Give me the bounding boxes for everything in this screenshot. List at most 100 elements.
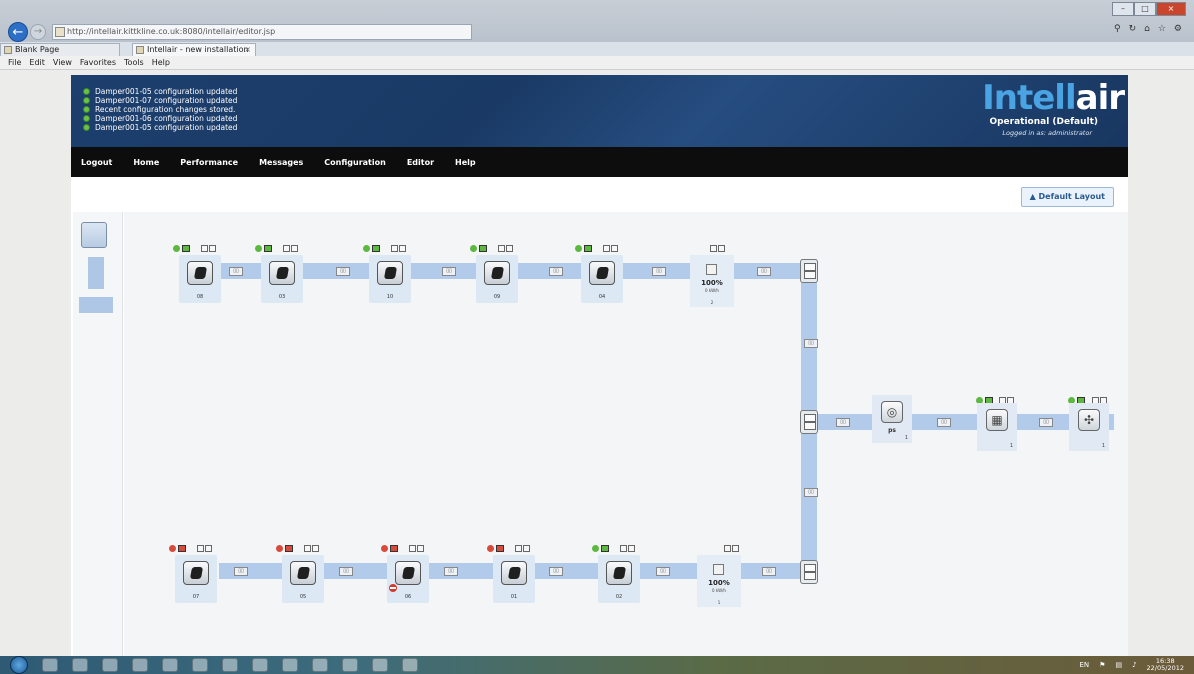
taskbar-app-icon[interactable]: [342, 658, 358, 672]
nav-help[interactable]: Help: [455, 158, 476, 167]
favorites-star-icon[interactable]: ☆: [1158, 24, 1166, 34]
taskbar-outlook-icon[interactable]: [222, 658, 238, 672]
taskbar-app-icon[interactable]: [42, 658, 58, 672]
duct-layout-canvas[interactable]: 08 03 10 09 04 ▯▯ ▯▯ ▯▯ ▯▯ ▯▯ 100% 0 kW/h 2 ▯▯ ▯▯ ▯▯ ▯▯ ◎…: [124, 212, 1128, 656]
duct-joint-icon[interactable]: ▯▯: [444, 567, 458, 576]
nav-editor[interactable]: Editor: [407, 158, 434, 167]
config-edit-icon[interactable]: [197, 545, 204, 552]
menu-help[interactable]: Help: [152, 56, 170, 69]
damper-node[interactable]: 04: [581, 255, 623, 303]
tab-intellair[interactable]: Intellair - new installation ×: [132, 43, 256, 56]
start-button-icon[interactable]: [10, 656, 28, 674]
config-edit-icon[interactable]: [391, 245, 398, 252]
damper-node[interactable]: 03: [261, 255, 303, 303]
duct-node[interactable]: [800, 259, 818, 283]
config-link-icon[interactable]: [209, 245, 216, 252]
energy-meter-node[interactable]: 100% 0 kW/h 1: [697, 555, 741, 607]
tab-close-icon[interactable]: ×: [244, 44, 251, 56]
config-link-icon[interactable]: [291, 245, 298, 252]
config-link-icon[interactable]: [523, 545, 530, 552]
forward-arrow-icon[interactable]: →: [30, 24, 46, 40]
palette-horizontal-duct-item[interactable]: [79, 297, 113, 313]
damper-node[interactable]: 06: [387, 555, 429, 603]
config-edit-icon[interactable]: [710, 245, 717, 252]
duct-joint-icon[interactable]: ▯▯: [757, 267, 771, 276]
config-edit-icon[interactable]: [201, 245, 208, 252]
damper-node[interactable]: 05: [282, 555, 324, 603]
menu-edit[interactable]: Edit: [29, 56, 45, 69]
taskbar-pdf-icon[interactable]: [282, 658, 298, 672]
config-edit-icon[interactable]: [498, 245, 505, 252]
nav-logout[interactable]: Logout: [81, 158, 112, 167]
config-link-icon[interactable]: [732, 545, 739, 552]
damper-node[interactable]: 10: [369, 255, 411, 303]
config-edit-icon[interactable]: [603, 245, 610, 252]
config-link-icon[interactable]: [506, 245, 513, 252]
duct-joint-icon[interactable]: ▯▯: [549, 267, 563, 276]
nav-configuration[interactable]: Configuration: [324, 158, 386, 167]
damper-node[interactable]: 09: [476, 255, 518, 303]
config-link-icon[interactable]: [312, 545, 319, 552]
fan-node[interactable]: ✣ 1: [1069, 403, 1109, 451]
duct-joint-icon[interactable]: ▯▯: [336, 267, 350, 276]
duct-joint-icon[interactable]: ▯▯: [836, 418, 850, 427]
damper-node[interactable]: 02: [598, 555, 640, 603]
duct-joint-icon[interactable]: ▯▯: [804, 488, 818, 497]
damper-node[interactable]: 01: [493, 555, 535, 603]
language-indicator[interactable]: EN: [1079, 661, 1089, 669]
damper-node[interactable]: 08: [179, 255, 221, 303]
config-edit-icon[interactable]: [515, 545, 522, 552]
duct-joint-icon[interactable]: ▯▯: [656, 567, 670, 576]
duct-joint-icon[interactable]: ▯▯: [549, 567, 563, 576]
minimize-icon[interactable]: –: [1112, 2, 1134, 16]
search-icon[interactable]: ⚲: [1114, 24, 1121, 34]
duct-joint-icon[interactable]: ▯▯: [339, 567, 353, 576]
duct-joint-icon[interactable]: ▯▯: [937, 418, 951, 427]
duct-joint-icon[interactable]: ▯▯: [442, 267, 456, 276]
duct-joint-icon[interactable]: ▯▯: [652, 267, 666, 276]
clock[interactable]: 16:38 22/05/2012: [1147, 658, 1184, 672]
back-arrow-icon[interactable]: ←: [8, 22, 28, 42]
taskbar-excel-icon[interactable]: [192, 658, 208, 672]
pressure-sensor-node[interactable]: ◎ ps 1: [872, 395, 912, 443]
close-icon[interactable]: ×: [1156, 2, 1186, 16]
energy-meter-node[interactable]: 100% 0 kW/h 2: [690, 255, 734, 307]
damper-node[interactable]: 07: [175, 555, 217, 603]
filter-node[interactable]: ▦ 1: [977, 403, 1017, 451]
config-link-icon[interactable]: [417, 545, 424, 552]
taskbar-app-icon[interactable]: [372, 658, 388, 672]
config-edit-icon[interactable]: [283, 245, 290, 252]
config-link-icon[interactable]: [205, 545, 212, 552]
refresh-icon[interactable]: ↻: [1129, 24, 1137, 34]
maximize-icon[interactable]: □: [1134, 2, 1156, 16]
palette-device-item[interactable]: [81, 222, 107, 248]
taskbar-app-icon[interactable]: [402, 658, 418, 672]
config-edit-icon[interactable]: [724, 545, 731, 552]
palette-vertical-duct-item[interactable]: [88, 257, 104, 289]
address-bar[interactable]: http://intellair.kittkline.co.uk:8080/in…: [52, 24, 472, 40]
menu-tools[interactable]: Tools: [124, 56, 144, 69]
gear-icon[interactable]: ⚙: [1174, 24, 1182, 34]
config-link-icon[interactable]: [611, 245, 618, 252]
tab-blank-page[interactable]: Blank Page: [0, 43, 120, 56]
duct-joint-icon[interactable]: ▯▯: [762, 567, 776, 576]
config-link-icon[interactable]: [399, 245, 406, 252]
nav-home[interactable]: Home: [133, 158, 159, 167]
config-edit-icon[interactable]: [409, 545, 416, 552]
network-icon[interactable]: ▤: [1115, 661, 1122, 669]
config-link-icon[interactable]: [628, 545, 635, 552]
taskbar-app-icon[interactable]: [312, 658, 328, 672]
volume-icon[interactable]: ♪: [1132, 661, 1136, 669]
default-layout-button[interactable]: ▲ Default Layout: [1020, 187, 1114, 207]
config-edit-icon[interactable]: [304, 545, 311, 552]
menu-file[interactable]: File: [8, 56, 21, 69]
home-icon[interactable]: ⌂: [1144, 24, 1150, 34]
duct-joint-icon[interactable]: ▯▯: [1039, 418, 1053, 427]
duct-joint-icon[interactable]: ▯▯: [804, 339, 818, 348]
config-link-icon[interactable]: [718, 245, 725, 252]
taskbar-media-icon[interactable]: [132, 658, 148, 672]
nav-performance[interactable]: Performance: [180, 158, 238, 167]
duct-joint-icon[interactable]: ▯▯: [229, 267, 243, 276]
menu-favorites[interactable]: Favorites: [80, 56, 116, 69]
nav-messages[interactable]: Messages: [259, 158, 303, 167]
